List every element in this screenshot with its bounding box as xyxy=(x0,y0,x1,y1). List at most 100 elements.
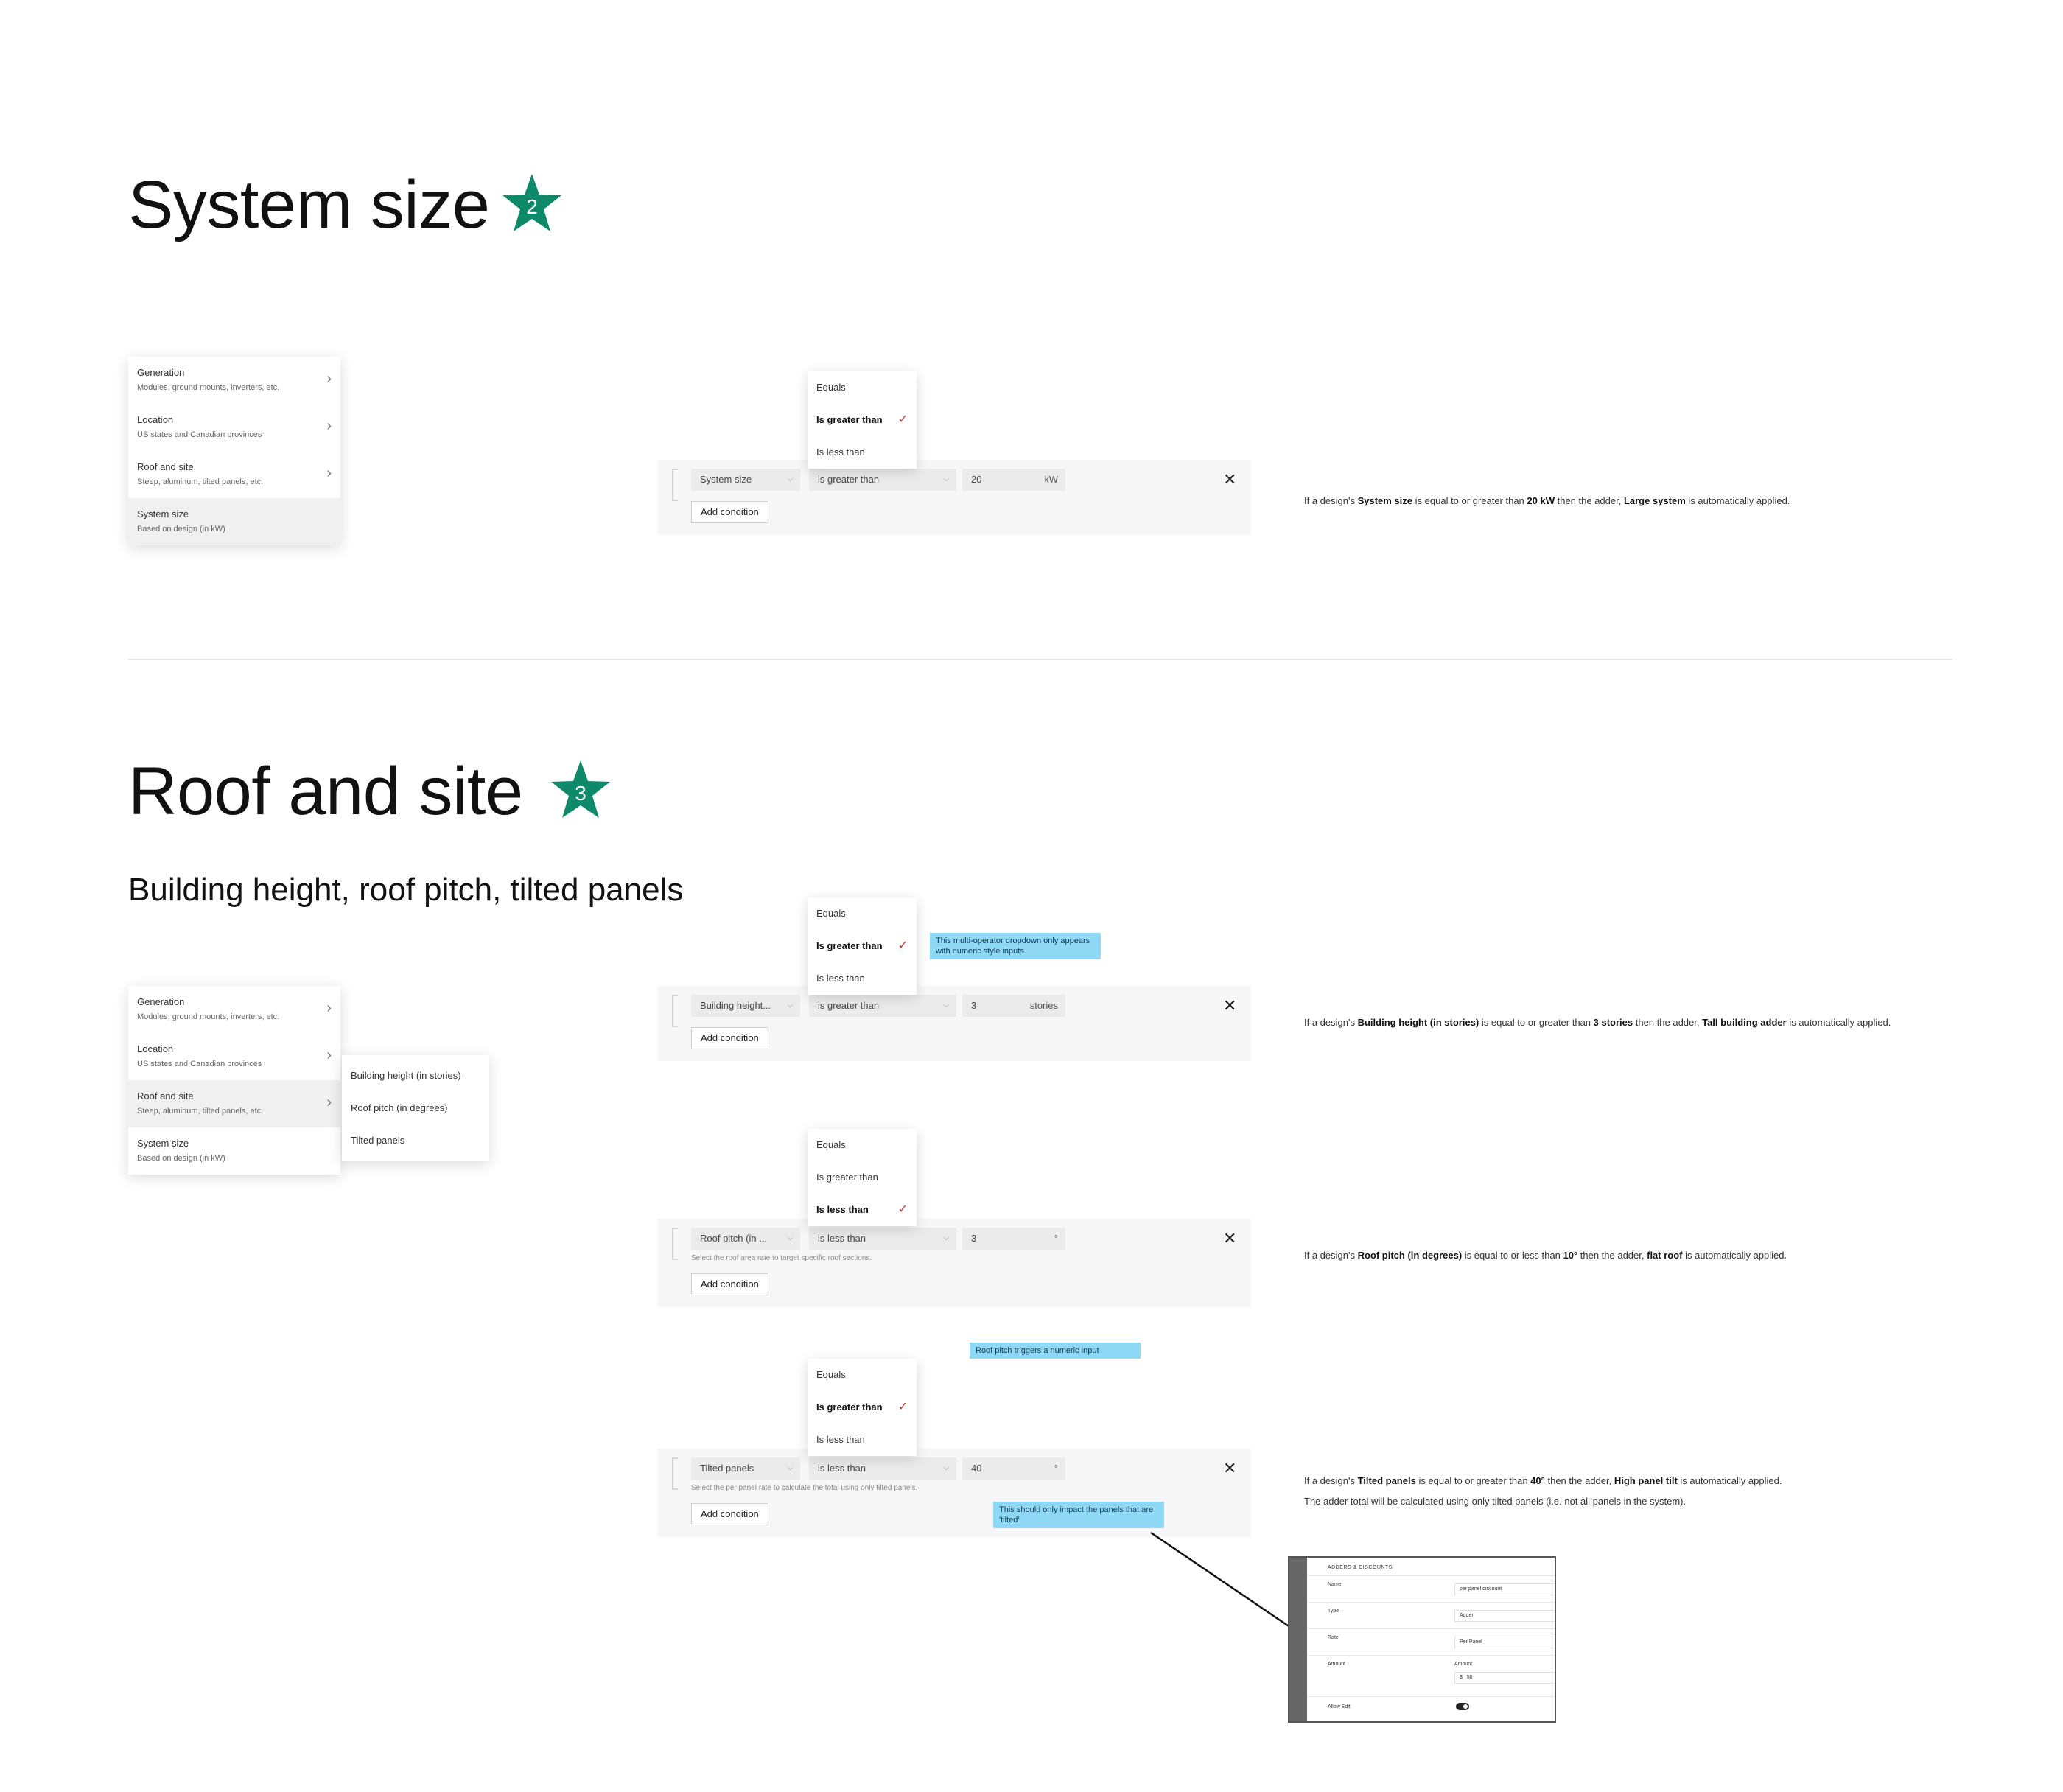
operator-option-greater[interactable]: Is greater than ✓ xyxy=(808,930,917,962)
section-divider xyxy=(128,659,1952,660)
panel-row-allow-edit: Allow Edit xyxy=(1307,1696,1555,1721)
unit-label: kW xyxy=(1044,474,1058,485)
menu-item-roof-and-site[interactable]: Roof and site Steep, aluminum, tilted pa… xyxy=(128,451,340,498)
add-condition-button[interactable]: Add condition xyxy=(691,501,768,523)
menu-item-title: Location xyxy=(137,414,174,425)
rule-description: If a design's Roof pitch (in degrees) is… xyxy=(1304,1250,1787,1261)
operator-select[interactable]: is less than ⌵ xyxy=(809,1457,956,1480)
rate-label: Rate xyxy=(1328,1635,1339,1640)
field-select[interactable]: Building height... ⌵ xyxy=(691,995,800,1017)
field-select[interactable]: System size ⌵ xyxy=(691,469,800,491)
menu-item-generation[interactable]: Generation Modules, ground mounts, inver… xyxy=(128,986,340,1033)
operator-select[interactable]: is greater than ⌵ xyxy=(809,995,956,1017)
menu-item-title: Generation xyxy=(137,367,185,378)
type-select[interactable]: Adder⌵ xyxy=(1454,1610,1555,1622)
operator-dropdown: Equals Is greater than ✓ Is less than xyxy=(808,897,917,995)
menu-item-location[interactable]: Location US states and Canadian province… xyxy=(128,404,340,451)
operator-option-less[interactable]: Is less than ✓ xyxy=(808,1194,917,1226)
amount-field[interactable]: $ 50 xyxy=(1454,1672,1555,1684)
field-select-value: Tilted panels xyxy=(700,1463,754,1474)
panel-row-type: Type Adder⌵ xyxy=(1307,1602,1555,1629)
menu-item-subtitle: Steep, aluminum, tilted panels, etc. xyxy=(137,1107,264,1116)
close-icon[interactable]: ✕ xyxy=(1223,998,1236,1014)
close-icon[interactable]: ✕ xyxy=(1223,472,1236,488)
operator-option-equals[interactable]: Equals xyxy=(808,1129,917,1161)
value-input[interactable]: 40 ° xyxy=(962,1457,1065,1480)
category-menu: Generation Modules, ground mounts, inver… xyxy=(128,986,340,1175)
menu-item-title: System size xyxy=(137,508,189,519)
panel-sidebar xyxy=(1289,1558,1307,1721)
value-input-value: 3 xyxy=(971,1000,977,1011)
chevron-down-icon: ⌵ xyxy=(943,475,949,483)
adders-discounts-panel: ADDERS & DISCOUNTS Name per panel discou… xyxy=(1288,1556,1556,1723)
menu-item-system-size[interactable]: System size Based on design (in kW) xyxy=(128,1127,340,1175)
roof-submenu: Building height (in stories) Roof pitch … xyxy=(342,1055,489,1161)
operator-option-greater[interactable]: Is greater than ✓ xyxy=(808,1391,917,1424)
field-select[interactable]: Tilted panels ⌵ xyxy=(691,1457,800,1480)
condition-bracket xyxy=(672,469,678,501)
condition-block-building-height: Building height... ⌵ is greater than ⌵ 3… xyxy=(657,986,1251,1061)
menu-item-system-size[interactable]: System size Based on design (in kW) xyxy=(128,498,340,545)
operator-select[interactable]: is greater than ⌵ xyxy=(809,469,956,491)
menu-item-subtitle: Modules, ground mounts, inverters, etc. xyxy=(137,1012,280,1021)
operator-select[interactable]: is less than ⌵ xyxy=(809,1228,956,1250)
menu-item-subtitle: US states and Canadian provinces xyxy=(137,430,262,439)
rule-description: If a design's Building height (in storie… xyxy=(1304,1017,1891,1028)
chevron-right-icon: › xyxy=(326,1094,332,1110)
submenu-item-tilted-panels[interactable]: Tilted panels xyxy=(342,1124,489,1157)
chevron-right-icon: › xyxy=(326,371,332,387)
badge-star-icon: 2 xyxy=(501,172,563,234)
operator-dropdown: Equals Is greater than ✓ Is less than xyxy=(808,1359,917,1456)
value-input-value: 40 xyxy=(971,1463,982,1474)
menu-item-roof-and-site[interactable]: Roof and site Steep, aluminum, tilted pa… xyxy=(128,1080,340,1127)
chevron-right-icon: › xyxy=(326,1047,332,1063)
name-field[interactable]: per panel discount xyxy=(1454,1583,1555,1595)
allow-edit-toggle[interactable] xyxy=(1456,1703,1469,1710)
operator-option-equals[interactable]: Equals xyxy=(808,897,917,930)
menu-item-title: Generation xyxy=(137,996,185,1007)
operator-option-equals[interactable]: Equals xyxy=(808,1359,917,1391)
rule-description-note: The adder total will be calculated using… xyxy=(1304,1496,1687,1507)
annotation-note: Roof pitch triggers a numeric input xyxy=(970,1343,1141,1359)
add-condition-button[interactable]: Add condition xyxy=(691,1027,768,1049)
rule-description: If a design's Tilted panels is equal to … xyxy=(1304,1475,1782,1486)
close-icon[interactable]: ✕ xyxy=(1223,1231,1236,1247)
value-input[interactable]: 3 ° xyxy=(962,1228,1065,1250)
operator-option-less[interactable]: Is less than xyxy=(808,1424,917,1456)
condition-block-roof-pitch: Roof pitch (in ... ⌵ is less than ⌵ 3 ° … xyxy=(657,1219,1251,1307)
checkmark-icon: ✓ xyxy=(897,1203,908,1216)
operator-select-value: is less than xyxy=(818,1233,866,1244)
value-input[interactable]: 3 stories xyxy=(962,995,1065,1017)
condition-bracket xyxy=(672,1228,678,1260)
menu-item-generation[interactable]: Generation Modules, ground mounts, inver… xyxy=(128,357,340,404)
amount-label: Amount xyxy=(1328,1662,1346,1667)
badge-star-icon: 3 xyxy=(550,759,612,821)
operator-option-greater[interactable]: Is greater than ✓ xyxy=(808,404,917,436)
panel-row-rate: Rate Per Panel✕ xyxy=(1307,1628,1555,1656)
add-condition-button[interactable]: Add condition xyxy=(691,1273,768,1295)
section-title-roof-and-site: Roof and site xyxy=(128,754,523,829)
menu-item-location[interactable]: Location US states and Canadian province… xyxy=(128,1033,340,1080)
panel-title: ADDERS & DISCOUNTS xyxy=(1328,1565,1393,1570)
panel-row-amount: Amount Amount $ 50 xyxy=(1307,1655,1555,1697)
value-input[interactable]: 20 kW xyxy=(962,469,1065,491)
chevron-down-icon: ⌵ xyxy=(943,1001,949,1009)
condition-bracket xyxy=(672,1457,678,1490)
chevron-down-icon: ⌵ xyxy=(943,1464,949,1472)
operator-option-greater[interactable]: Is greater than xyxy=(808,1161,917,1194)
operator-option-equals[interactable]: Equals xyxy=(808,371,917,404)
chevron-right-icon: › xyxy=(326,465,332,481)
submenu-item-building-height[interactable]: Building height (in stories) xyxy=(342,1060,489,1092)
type-label: Type xyxy=(1328,1609,1339,1614)
category-menu: Generation Modules, ground mounts, inver… xyxy=(128,357,340,545)
operator-option-less[interactable]: Is less than xyxy=(808,436,917,469)
panel-row-name: Name per panel discount xyxy=(1307,1575,1555,1603)
add-condition-button[interactable]: Add condition xyxy=(691,1503,768,1525)
field-select[interactable]: Roof pitch (in ... ⌵ xyxy=(691,1228,800,1250)
close-icon[interactable]: ✕ xyxy=(1223,1460,1236,1477)
submenu-item-roof-pitch[interactable]: Roof pitch (in degrees) xyxy=(342,1092,489,1124)
operator-select-value: is greater than xyxy=(818,1000,880,1011)
value-input-value: 3 xyxy=(971,1233,977,1244)
rate-select[interactable]: Per Panel✕ xyxy=(1454,1637,1555,1648)
operator-option-less[interactable]: Is less than xyxy=(808,962,917,995)
